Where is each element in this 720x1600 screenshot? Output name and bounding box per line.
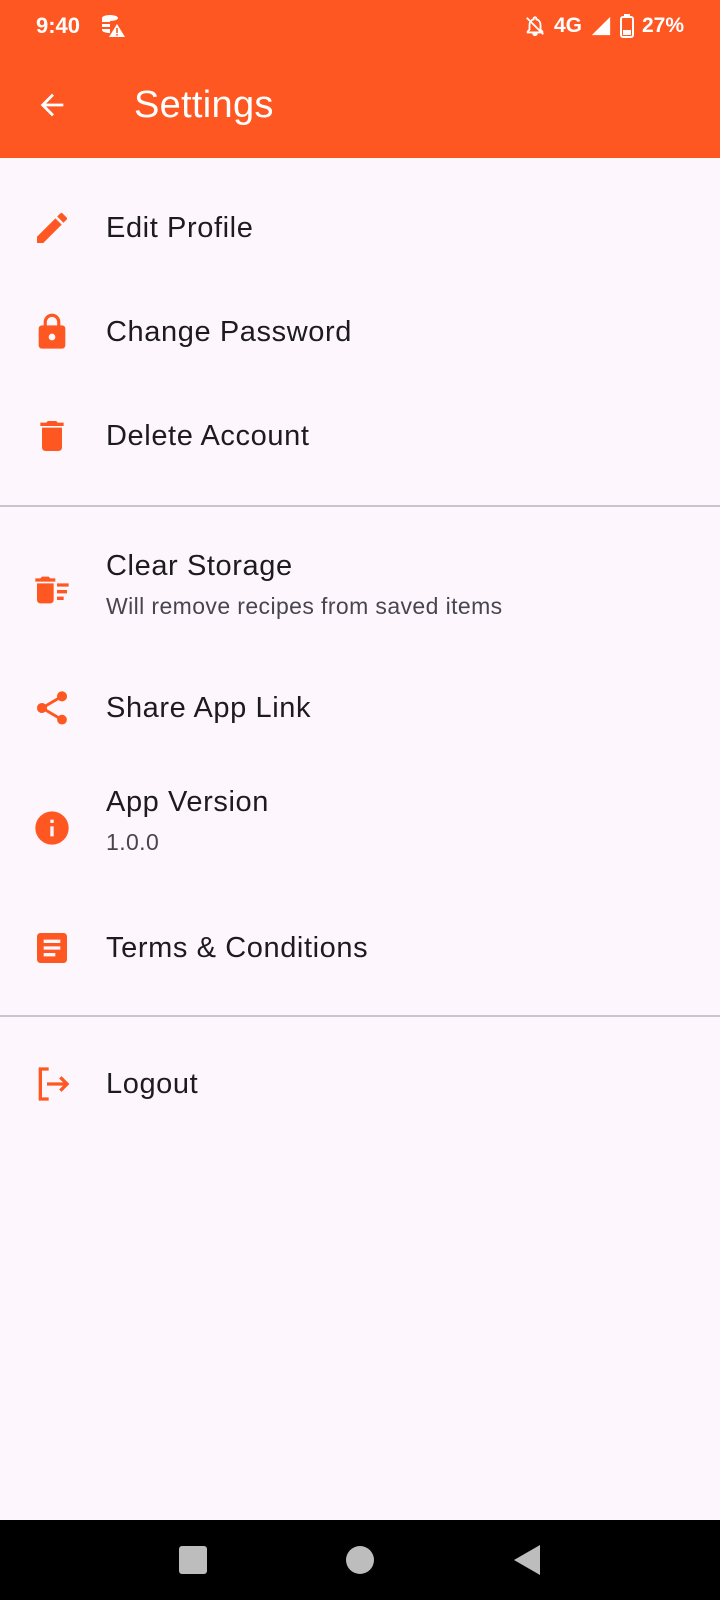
back-button[interactable] [24, 77, 80, 133]
system-back-button[interactable] [497, 1530, 557, 1590]
divider [0, 505, 720, 507]
network-type: 4G [553, 14, 582, 37]
system-nav-bar [0, 1520, 720, 1600]
edit-profile-item[interactable]: Edit Profile [0, 178, 720, 278]
recents-button[interactable] [163, 1530, 223, 1590]
database-warning-icon [100, 13, 128, 39]
share-app-link-item[interactable]: Share App Link [0, 658, 720, 758]
status-right: 4G 27% [524, 14, 684, 38]
status-bar: 9:40 4G 27% [0, 0, 720, 52]
divider [0, 1015, 720, 1017]
app-version-item[interactable]: App Version 1.0.0 [0, 776, 720, 880]
info-icon [30, 806, 74, 850]
bell-off-icon [524, 15, 546, 37]
item-label: Delete Account [106, 419, 310, 452]
back-triangle-icon [513, 1545, 540, 1575]
delete-account-item[interactable]: Delete Account [0, 386, 720, 486]
item-label: Terms & Conditions [106, 931, 369, 964]
page-title: Settings [134, 83, 274, 126]
lock-icon [30, 310, 74, 354]
share-icon [30, 686, 74, 730]
item-subtitle: Will remove recipes from saved items [106, 593, 503, 619]
home-button[interactable] [330, 1530, 390, 1590]
item-label: Logout [106, 1067, 199, 1100]
terms-conditions-item[interactable]: Terms & Conditions [0, 898, 720, 998]
clear-storage-item[interactable]: Clear Storage Will remove recipes from s… [0, 538, 720, 642]
item-subtitle: 1.0.0 [106, 829, 160, 855]
arrow-back-icon [40, 93, 64, 117]
item-label: App Version [106, 786, 269, 818]
battery-icon [619, 14, 634, 38]
home-circle-icon [345, 1546, 374, 1574]
document-icon [30, 926, 74, 970]
app-bar: Settings [0, 52, 720, 158]
pencil-icon [30, 206, 74, 250]
status-time: 9:40 [36, 13, 81, 38]
settings-screen: 9:40 4G 27% Settings Edit Profile Change… [0, 0, 720, 1600]
recents-square-icon [179, 1546, 208, 1574]
battery-percent: 27% [641, 14, 684, 37]
logout-item[interactable]: Logout [0, 1034, 720, 1134]
item-label: Share App Link [106, 691, 312, 724]
item-label: Edit Profile [106, 211, 254, 244]
delete-sweep-icon [30, 568, 74, 612]
change-password-item[interactable]: Change Password [0, 282, 720, 382]
logout-icon [30, 1062, 74, 1106]
trash-icon [30, 414, 74, 458]
item-label: Change Password [106, 315, 352, 348]
signal-icon [590, 15, 612, 37]
item-label: Clear Storage [106, 550, 293, 582]
